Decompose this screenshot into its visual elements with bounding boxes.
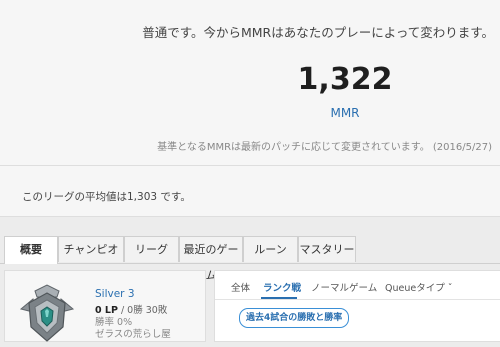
profile-tabs: 概要 チャンピオン リーグ 最近のゲーム ルーン マスタリー xyxy=(0,236,500,282)
mmr-value: 1,322 xyxy=(297,62,393,97)
tab-runes[interactable]: ルーン xyxy=(243,236,298,262)
filter-ranked[interactable]: ランク戦 xyxy=(263,280,301,294)
mmr-label: MMR xyxy=(330,106,360,120)
tab-league[interactable]: リーグ xyxy=(124,236,179,262)
recent-games-stats-button[interactable]: 過去4試合の勝敗と勝率 xyxy=(239,308,350,328)
filter-normal[interactable]: ノーマルゲーム xyxy=(311,280,377,294)
match-history-panel: 全体 ランク戦 ノーマルゲーム Queueタイプ ˇ 過去4試合の勝敗と勝率 xyxy=(214,270,500,342)
silver-tier-emblem-icon xyxy=(19,284,75,342)
league-average-text: このリーグの平均値は1,303 です。 xyxy=(22,191,191,203)
tier-name: Silver 3 xyxy=(95,288,135,300)
mmr-message: 普通です。今からMMRはあなたのプレーによって変わります。 xyxy=(142,25,494,40)
league-average-panel: このリーグの平均値は1,303 です。 xyxy=(0,166,500,217)
filter-all[interactable]: 全体 xyxy=(231,280,250,294)
filter-queue-type-dropdown[interactable]: Queueタイプ ˇ xyxy=(385,280,452,294)
tab-recent-games[interactable]: 最近のゲーム xyxy=(179,236,243,282)
tab-masteries[interactable]: マスタリー xyxy=(298,236,356,262)
mmr-panel: 普通です。今からMMRはあなたのプレーによって変わります。 1,322 MMR … xyxy=(0,0,500,166)
mmr-patch-note: 基準となるMMRは最新のパッチに応じて変更されています。 (2016/5/27) xyxy=(157,142,492,153)
rank-card: Silver 3 0 LP / 0勝 30敗 勝率 0% ゼラスの荒らし屋 xyxy=(4,270,206,342)
league-name: ゼラスの荒らし屋 xyxy=(95,329,171,340)
active-filter-indicator xyxy=(261,297,297,299)
tab-champions[interactable]: チャンピオン xyxy=(58,236,124,282)
tab-overview[interactable]: 概要 xyxy=(4,236,58,264)
filter-divider xyxy=(215,299,500,300)
